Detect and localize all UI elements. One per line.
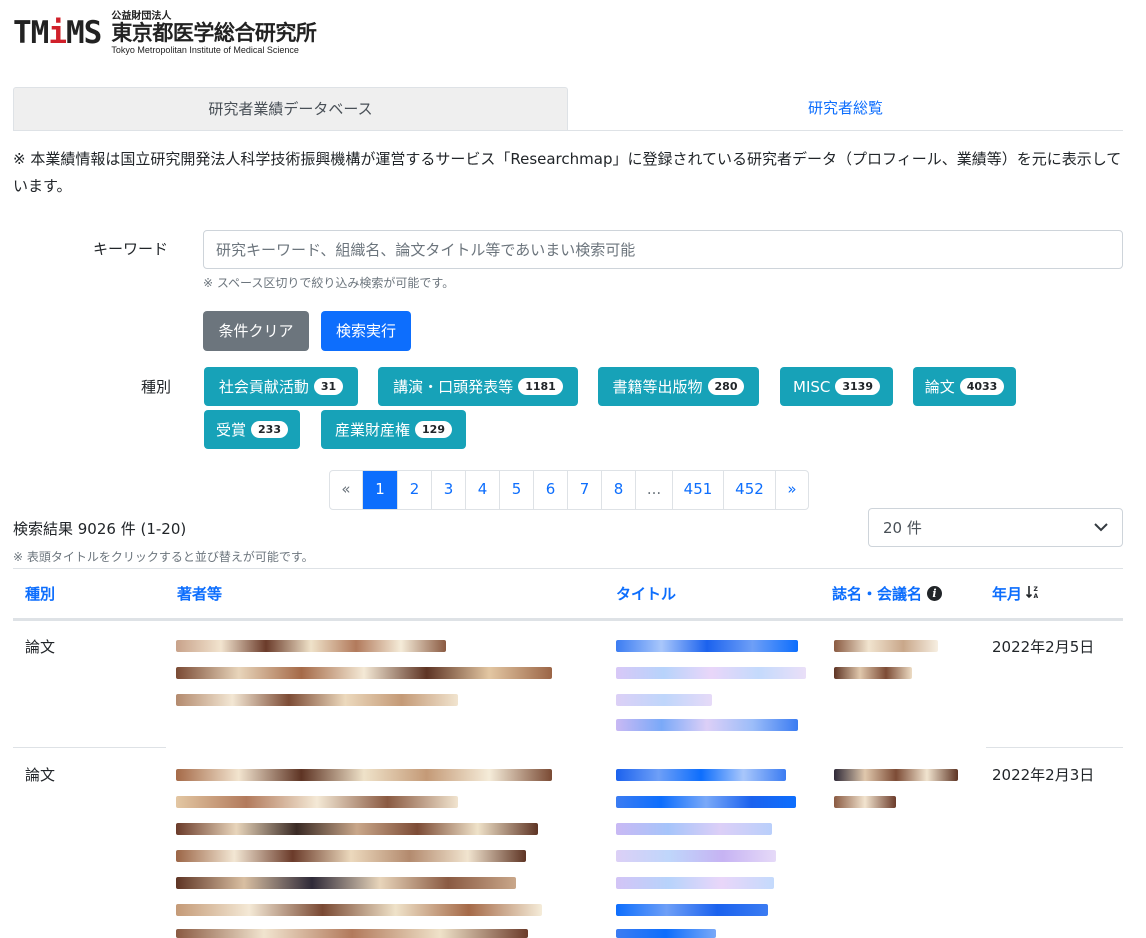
category-chip-patents[interactable]: 産業財産権 129 (321, 410, 466, 449)
table-header-border (13, 618, 1123, 621)
category-chip-papers[interactable]: 論文 4033 (913, 367, 1016, 406)
chevron-down-icon (1094, 521, 1108, 535)
category-count-badge: 129 (415, 421, 452, 438)
pagination-page-452[interactable]: 452 (723, 471, 775, 509)
keyword-input[interactable] (203, 230, 1123, 269)
category-chip-label: 講演・口頭発表等 (393, 378, 514, 396)
pagination-prev[interactable]: « (330, 471, 362, 509)
category-chip-presentations[interactable]: 講演・口頭発表等 1181 (378, 367, 578, 406)
category-count-badge: 31 (313, 378, 344, 395)
row-2-date: 2022年2月3日 (992, 766, 1095, 784)
data-source-notice: ※ 本業績情報は国立研究開発法人科学技術振興機構が運営するサービス「Resear… (13, 150, 1122, 195)
category-count-badge: 233 (251, 421, 288, 438)
category-chip-misc[interactable]: MISC 3139 (780, 367, 893, 406)
tab-researcher-directory[interactable]: 研究者総覧 (568, 87, 1123, 130)
main-tabs: 研究者業績データベース 研究者総覧 (13, 87, 1123, 131)
row-divider (986, 747, 1123, 748)
row-2-type: 論文 (25, 766, 56, 784)
pagination: « 1 2 3 4 5 6 7 8 ... 451 452 » (329, 470, 809, 510)
category-count-badge: 280 (707, 378, 745, 395)
keyword-label: キーワード (93, 240, 169, 258)
search-button[interactable]: 検索実行 (321, 311, 411, 351)
pagination-page-451[interactable]: 451 (672, 471, 723, 509)
category-chip-social[interactable]: 社会貢献活動 31 (204, 367, 358, 406)
pagination-page-6[interactable]: 6 (533, 471, 567, 509)
column-header-type[interactable]: 種別 (25, 583, 55, 604)
category-chip-label: 受賞 (216, 421, 247, 439)
logo-mark: TMiMS (13, 15, 102, 51)
result-count: 検索結果 9026 件 (1-20) (13, 520, 187, 538)
pagination-page-2[interactable]: 2 (397, 471, 431, 509)
pagination-page-3[interactable]: 3 (431, 471, 465, 509)
info-circle-icon[interactable]: i (927, 586, 943, 601)
category-count-badge: 3139 (835, 378, 880, 395)
svg-text:Z: Z (1034, 586, 1039, 593)
table-top-border (13, 568, 1123, 569)
row-1-type: 論文 (25, 638, 56, 656)
tab-researcher-database[interactable]: 研究者業績データベース (13, 87, 568, 130)
per-page-select[interactable]: 20 件 (868, 508, 1123, 547)
category-chip-label: 産業財産権 (335, 421, 411, 439)
row-1-date: 2022年2月5日 (992, 638, 1095, 656)
logo-text: 公益財団法人 東京都医学総合研究所 Tokyo Metropolitan Ins… (111, 10, 317, 55)
logo-org-type: 公益財団法人 (111, 10, 172, 22)
per-page-value: 20 件 (883, 519, 922, 537)
category-label: 種別 (141, 378, 172, 396)
category-chip-awards[interactable]: 受賞 233 (204, 410, 300, 449)
pagination-page-4[interactable]: 4 (465, 471, 499, 509)
category-chip-label: MISC (793, 377, 831, 396)
clear-conditions-button[interactable]: 条件クリア (203, 311, 309, 351)
column-header-journal[interactable]: 誌名・会議名 i (832, 583, 943, 604)
category-count-badge: 4033 (959, 378, 1005, 395)
logo-org-name: 東京都医学総合研究所 (111, 20, 317, 45)
column-header-authors[interactable]: 著者等 (177, 583, 222, 604)
pagination-page-7[interactable]: 7 (567, 471, 601, 509)
pagination-page-8[interactable]: 8 (601, 471, 635, 509)
category-count-badge: 1181 (518, 378, 563, 395)
column-header-title[interactable]: タイトル (616, 583, 676, 604)
pagination-next[interactable]: » (775, 471, 808, 509)
sort-hint: ※ 表頭タイトルをクリックすると並び替えが可能です。 (13, 550, 314, 564)
pagination-page-1[interactable]: 1 (362, 471, 397, 509)
logo-org-name-en: Tokyo Metropolitan Institute of Medical … (111, 44, 299, 55)
category-chip-books[interactable]: 書籍等出版物 280 (598, 367, 759, 406)
row-divider (13, 747, 166, 748)
keyword-hint: ※ スペース区切りで絞り込み検索が可能です。 (203, 276, 455, 290)
category-chip-label: 社会貢献活動 (218, 378, 309, 396)
site-logo[interactable]: TMiMS 公益財団法人 東京都医学総合研究所 Tokyo Metropolit… (13, 8, 317, 58)
pagination-ellipsis: ... (635, 471, 672, 509)
sort-desc-icon: ZA (1025, 585, 1040, 602)
pagination-page-5[interactable]: 5 (499, 471, 533, 509)
column-header-date[interactable]: 年月 ZA (992, 583, 1040, 604)
category-chip-label: 論文 (924, 378, 955, 396)
svg-text:A: A (1034, 593, 1039, 599)
category-chip-label: 書籍等出版物 (612, 378, 703, 396)
